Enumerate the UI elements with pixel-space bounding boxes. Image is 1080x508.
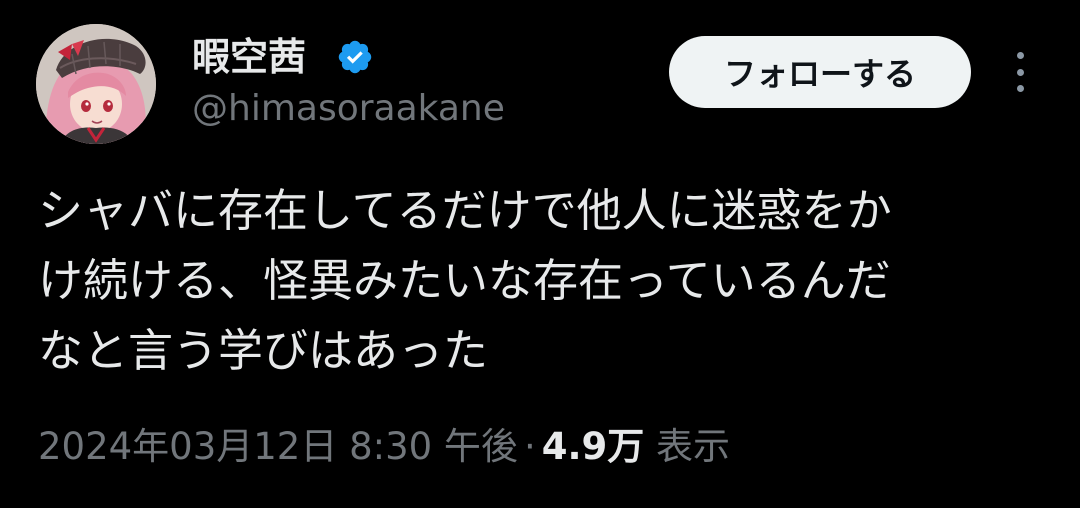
- user-handle[interactable]: @himasoraakane: [192, 87, 505, 131]
- tweet-text-line: なと言う学びはあった: [38, 324, 489, 377]
- verified-badge-icon: [338, 40, 372, 74]
- tweet-text-line: シャバに存在してるだけで他人に迷惑をか: [38, 184, 892, 237]
- more-dot: [1016, 85, 1024, 92]
- meta-separator: ·: [523, 425, 536, 468]
- avatar-image: [36, 24, 156, 144]
- more-vertical-icon[interactable]: [1004, 52, 1036, 92]
- more-dot: [1016, 52, 1024, 59]
- display-name[interactable]: 暇空茜: [192, 34, 306, 80]
- tweet-text: シャバに存在してるだけで他人に迷惑をか け続ける、怪異みたいな存在っているんだ …: [38, 176, 1048, 386]
- views-count: 4.9万: [541, 425, 645, 468]
- tweet: 暇空茜 @himasoraakane フォローする シャバに存在してるだけで他人…: [0, 0, 1080, 508]
- follow-button[interactable]: フォローする: [669, 36, 971, 108]
- more-dot: [1016, 68, 1024, 76]
- avatar[interactable]: [36, 24, 156, 144]
- tweet-timestamp[interactable]: 2024年03月12日 8:30 午後: [38, 425, 518, 468]
- tweet-meta: 2024年03月12日 8:30 午後 · 4.9万 表示: [38, 422, 730, 472]
- views-label: 表示: [656, 425, 731, 468]
- tweet-text-line: け続ける、怪異みたいな存在っているんだ: [38, 254, 891, 307]
